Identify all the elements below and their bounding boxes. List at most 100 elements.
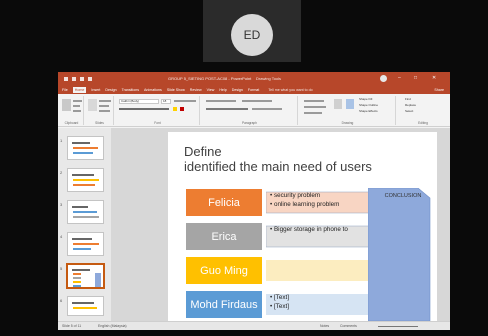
font-size-select[interactable]: 18 [161, 99, 171, 104]
slide-thumbnail[interactable] [67, 232, 104, 256]
slide-thumbnail[interactable] [67, 168, 104, 192]
conclusion-label: CONCLUSION [384, 193, 422, 199]
need-bullets-erica: • Bigger storage in phone to [270, 225, 348, 234]
bullet-item: • security problem [270, 192, 321, 199]
need-bullets-felicia: • security problem • online learning pro… [270, 191, 339, 209]
shape-effects-button[interactable]: Shape Effects [358, 110, 392, 115]
font-name-select[interactable]: Calibri (Body) [119, 99, 159, 104]
need-arrow-mohd-firdaus[interactable]: • [Text] • [Text] [266, 291, 383, 318]
ribbon-group-font: Calibri (Body) 18 Font [116, 96, 200, 125]
share-button[interactable]: Share [434, 88, 444, 92]
contextual-tab-label: Drawing Tools [256, 76, 282, 81]
thumbnail-number: 2 [60, 170, 63, 175]
tab-design[interactable]: Design [105, 88, 116, 92]
save-icon[interactable] [64, 76, 68, 81]
slide-title-line-2: identified the main need of users [184, 159, 372, 174]
slide-thumbnail-active[interactable] [66, 263, 105, 289]
tab-view[interactable]: View [207, 88, 215, 92]
thumbnail-number: 3 [60, 202, 63, 207]
quick-access-toolbar [64, 76, 92, 81]
tab-review[interactable]: Review [190, 88, 202, 92]
bullet-item: • Bigger storage in phone to [270, 226, 348, 233]
tab-slide-show[interactable]: Slide Show [167, 88, 185, 92]
thumbnail-number: 6 [60, 298, 63, 303]
highlight-color-icon[interactable] [173, 107, 177, 111]
participant-avatar: ED [231, 14, 273, 56]
need-arrow-guo-ming[interactable] [266, 257, 383, 284]
slide-info: Slide 5 of 11 [62, 324, 82, 328]
ribbon-group-drawing: Shape Fill Shape Outline Shape Effects D… [300, 96, 396, 125]
language-indicator[interactable]: English (Malaysia) [98, 324, 127, 328]
document-title: GROUP 5_SIETING POST-AC08 - PowerPoint [168, 76, 252, 81]
thumbnail-number: 5 [60, 266, 63, 271]
ribbon-group-clipboard: Clipboard [60, 96, 84, 125]
ribbon-group-slides: Slides [86, 96, 114, 125]
arrange-icon[interactable] [334, 99, 342, 109]
participant-tile[interactable]: ED [203, 0, 301, 62]
ribbon-group-paragraph: Paragraph [202, 96, 298, 125]
tab-format[interactable]: Format [248, 88, 259, 92]
status-bar: Slide 5 of 11 English (Malaysia) Notes C… [58, 321, 450, 330]
thumbnail-number: 1 [60, 138, 63, 143]
start-presentation-icon[interactable] [88, 76, 92, 81]
thumbnail-number: 4 [60, 234, 63, 239]
group-label-clipboard: Clipboard [64, 121, 79, 125]
font-color-icon[interactable] [180, 107, 184, 111]
minimize-button[interactable]: – [398, 75, 401, 81]
slide-editor[interactable]: Define identified the main need of users… [111, 128, 450, 321]
close-button[interactable]: ✕ [432, 75, 436, 81]
bullet-item: • [Text] [270, 303, 290, 310]
group-label-editing: Editing [418, 121, 428, 125]
name-box-guo-ming[interactable]: Guo Ming [186, 257, 262, 284]
group-label-slides: Slides [95, 121, 104, 125]
name-label: Felicia [208, 196, 240, 209]
new-slide-icon[interactable] [88, 99, 97, 111]
need-arrow-erica[interactable]: • Bigger storage in phone to [266, 223, 383, 250]
slide-thumbnail[interactable] [67, 296, 104, 316]
ribbon: Clipboard Slides Calibri (Body) 18 Font … [58, 94, 450, 127]
find-button[interactable]: Find [404, 98, 434, 103]
ribbon-tabs: File Home Insert Design Transitions Anim… [58, 85, 450, 94]
slide-thumbnail[interactable] [67, 200, 104, 224]
zoom-slider[interactable] [378, 326, 418, 327]
shared-screen-powerpoint: GROUP 5_SIETING POST-AC08 - PowerPoint D… [58, 72, 450, 330]
title-bar: GROUP 5_SIETING POST-AC08 - PowerPoint D… [58, 72, 450, 85]
name-box-mohd-firdaus[interactable]: Mohd Firdaus [186, 291, 262, 318]
slide-thumbnail[interactable] [67, 136, 104, 160]
user-avatar-icon[interactable] [380, 75, 387, 82]
slide-canvas[interactable]: Define identified the main need of users… [168, 132, 437, 321]
tab-home[interactable]: Home [72, 86, 87, 93]
select-button[interactable]: Select [404, 110, 434, 115]
notes-button[interactable]: Notes [320, 324, 329, 328]
paste-icon[interactable] [62, 99, 71, 111]
tab-transitions[interactable]: Transitions [122, 88, 139, 92]
ribbon-group-editing: Find Replace Select Editing [398, 96, 448, 125]
bullet-item: • online learning problem [270, 201, 340, 208]
tab-animations[interactable]: Animations [144, 88, 162, 92]
slide-title-line-1: Define [184, 144, 222, 159]
group-label-font: Font [154, 121, 161, 125]
name-label: Erica [211, 230, 237, 243]
tab-shape-design[interactable]: Design [232, 88, 243, 92]
undo-icon[interactable] [72, 76, 76, 81]
group-label-drawing: Drawing [341, 121, 354, 125]
conclusion-shape[interactable] [368, 188, 431, 321]
tab-help[interactable]: Help [219, 88, 226, 92]
replace-button[interactable]: Replace [404, 104, 434, 109]
shape-outline-button[interactable]: Shape Outline [358, 104, 392, 109]
name-box-felicia[interactable]: Felicia [186, 189, 262, 216]
slide-title[interactable]: Define identified the main need of users [184, 144, 372, 174]
need-arrow-felicia[interactable]: • security problem • online learning pro… [266, 189, 383, 216]
shape-fill-button[interactable]: Shape Fill [358, 98, 392, 103]
name-label: Guo Ming [200, 264, 248, 277]
comments-button[interactable]: Comments [340, 324, 357, 328]
tab-file[interactable]: File [62, 88, 68, 92]
quick-styles-icon[interactable] [346, 99, 354, 109]
bullet-item: • [Text] [270, 294, 290, 301]
tab-insert[interactable]: Insert [91, 88, 100, 92]
tell-me-search[interactable]: Tell me what you want to do [268, 88, 312, 92]
name-box-erica[interactable]: Erica [186, 223, 262, 250]
name-label: Mohd Firdaus [190, 298, 258, 311]
restore-button[interactable]: □ [414, 75, 417, 81]
redo-icon[interactable] [80, 76, 84, 81]
